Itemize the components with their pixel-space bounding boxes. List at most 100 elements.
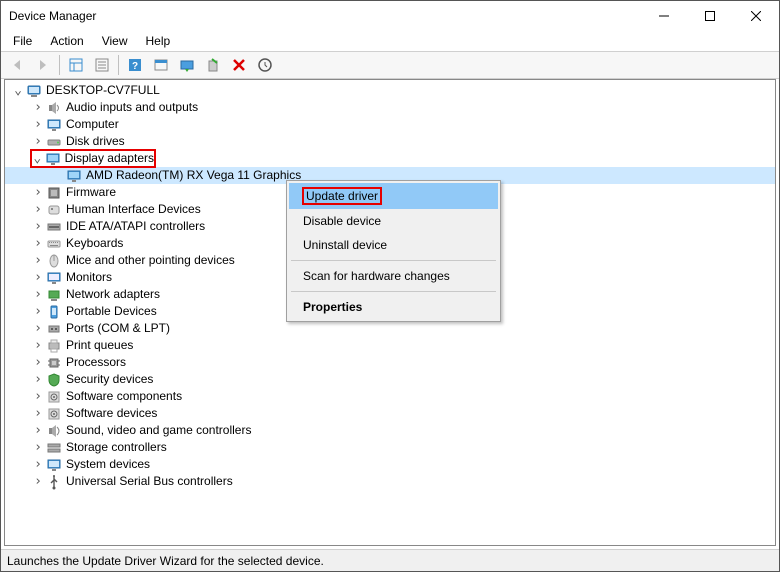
expand-icon[interactable]: › (31, 201, 45, 218)
tree-category[interactable]: › Universal Serial Bus controllers (5, 473, 775, 490)
tree-category[interactable]: › Security devices (5, 371, 775, 388)
display-icon (45, 151, 61, 167)
display-icon (66, 168, 82, 184)
tree-category[interactable]: › Computer (5, 116, 775, 133)
shield-icon (46, 372, 62, 388)
tree-category[interactable]: › Ports (COM & LPT) (5, 320, 775, 337)
keyboard-icon (46, 236, 62, 252)
tree-category[interactable]: › Audio inputs and outputs (5, 99, 775, 116)
pc-icon (26, 83, 42, 99)
expand-icon[interactable]: › (31, 133, 45, 150)
tree-category[interactable]: ›Software devices (5, 405, 775, 422)
expand-icon[interactable]: › (31, 184, 45, 201)
category-label: Ports (COM & LPT) (65, 320, 171, 337)
separator-icon (59, 55, 60, 75)
context-menu-item-label: Update driver (303, 188, 381, 204)
expand-icon[interactable]: › (31, 439, 45, 456)
monitor-icon (46, 270, 62, 286)
action2-button[interactable] (149, 54, 173, 76)
printer-icon (46, 338, 62, 354)
expand-icon[interactable]: › (31, 337, 45, 354)
context-menu-update-driver[interactable]: Update driver (289, 183, 498, 209)
menu-file[interactable]: File (5, 32, 40, 50)
firmware-icon (46, 185, 62, 201)
close-button[interactable] (733, 1, 779, 31)
forward-button (31, 54, 55, 76)
update-driver-button[interactable] (175, 54, 199, 76)
maximize-button[interactable] (687, 1, 733, 31)
ide-icon (46, 219, 62, 235)
category-label: Storage controllers (65, 439, 168, 456)
category-label: Processors (65, 354, 127, 371)
titlebar: Device Manager (1, 1, 779, 31)
expand-icon[interactable]: › (31, 235, 45, 252)
separator-icon (118, 55, 119, 75)
expand-icon[interactable]: › (31, 99, 45, 116)
expand-icon[interactable]: › (31, 473, 45, 490)
expand-icon[interactable]: › (31, 456, 45, 473)
context-menu-uninstall-device[interactable]: Uninstall device (289, 233, 498, 257)
device-label: AMD Radeon(TM) RX Vega 11 Graphics (85, 167, 302, 184)
context-menu-scan-hardware[interactable]: Scan for hardware changes (289, 264, 498, 288)
tree-category[interactable]: ›Software components (5, 388, 775, 405)
expand-icon[interactable]: › (31, 303, 45, 320)
tree-category[interactable]: › Print queues (5, 337, 775, 354)
scan-hardware-button[interactable] (253, 54, 277, 76)
speaker-icon (46, 423, 62, 439)
separator-icon (291, 291, 496, 292)
expand-icon[interactable]: › (31, 371, 45, 388)
disk-icon (46, 134, 62, 150)
category-label: Mice and other pointing devices (65, 252, 236, 269)
expand-icon[interactable]: › (31, 388, 45, 405)
context-menu-properties[interactable]: Properties (289, 295, 498, 319)
expand-icon[interactable]: › (31, 286, 45, 303)
category-label: Human Interface Devices (65, 201, 202, 218)
portable-icon (46, 304, 62, 320)
category-label: Audio inputs and outputs (65, 99, 199, 116)
expand-icon[interactable]: › (31, 320, 45, 337)
tree-category[interactable]: ›System devices (5, 456, 775, 473)
category-label: Disk drives (65, 133, 126, 150)
collapse-icon[interactable]: ⌄ (11, 82, 25, 99)
svg-text:?: ? (132, 61, 138, 72)
collapse-icon[interactable]: ⌄ (31, 150, 44, 167)
uninstall-device-button[interactable] (227, 54, 251, 76)
tree-category[interactable]: › Storage controllers (5, 439, 775, 456)
help-button[interactable]: ? (123, 54, 147, 76)
device-tree[interactable]: ⌄ DESKTOP-CV7FULL › Audio inputs and outp… (4, 79, 776, 546)
menu-help[interactable]: Help (138, 32, 179, 50)
device-manager-window: Device Manager File Action View Help ? ⌄… (0, 0, 780, 572)
tree-root[interactable]: ⌄ DESKTOP-CV7FULL (5, 82, 775, 99)
expand-icon[interactable]: › (31, 354, 45, 371)
expand-icon[interactable]: › (31, 405, 45, 422)
storage-icon (46, 440, 62, 456)
category-label: Portable Devices (65, 303, 158, 320)
separator-icon (291, 260, 496, 261)
category-label: Universal Serial Bus controllers (65, 473, 234, 490)
expand-icon[interactable]: › (31, 422, 45, 439)
tree-category-display-adapters[interactable]: ⌄ Display adapters (31, 150, 155, 167)
menubar: File Action View Help (1, 31, 779, 51)
category-label: Sound, video and game controllers (65, 422, 252, 439)
menu-action[interactable]: Action (42, 32, 91, 50)
context-menu-disable-device[interactable]: Disable device (289, 209, 498, 233)
category-label: Print queues (65, 337, 134, 354)
gear-icon (46, 389, 62, 405)
enable-device-button[interactable] (201, 54, 225, 76)
tree-category[interactable]: › Disk drives (5, 133, 775, 150)
expand-icon[interactable]: › (31, 269, 45, 286)
expand-icon[interactable]: › (31, 116, 45, 133)
port-icon (46, 321, 62, 337)
properties-button[interactable] (90, 54, 114, 76)
category-label: Computer (65, 116, 120, 133)
expand-icon[interactable]: › (31, 252, 45, 269)
tree-root-label: DESKTOP-CV7FULL (45, 82, 161, 99)
back-button (5, 54, 29, 76)
menu-view[interactable]: View (94, 32, 136, 50)
category-label: Security devices (65, 371, 154, 388)
tree-category[interactable]: › Processors (5, 354, 775, 371)
show-hide-tree-button[interactable] (64, 54, 88, 76)
tree-category[interactable]: › Sound, video and game controllers (5, 422, 775, 439)
expand-icon[interactable]: › (31, 218, 45, 235)
minimize-button[interactable] (641, 1, 687, 31)
